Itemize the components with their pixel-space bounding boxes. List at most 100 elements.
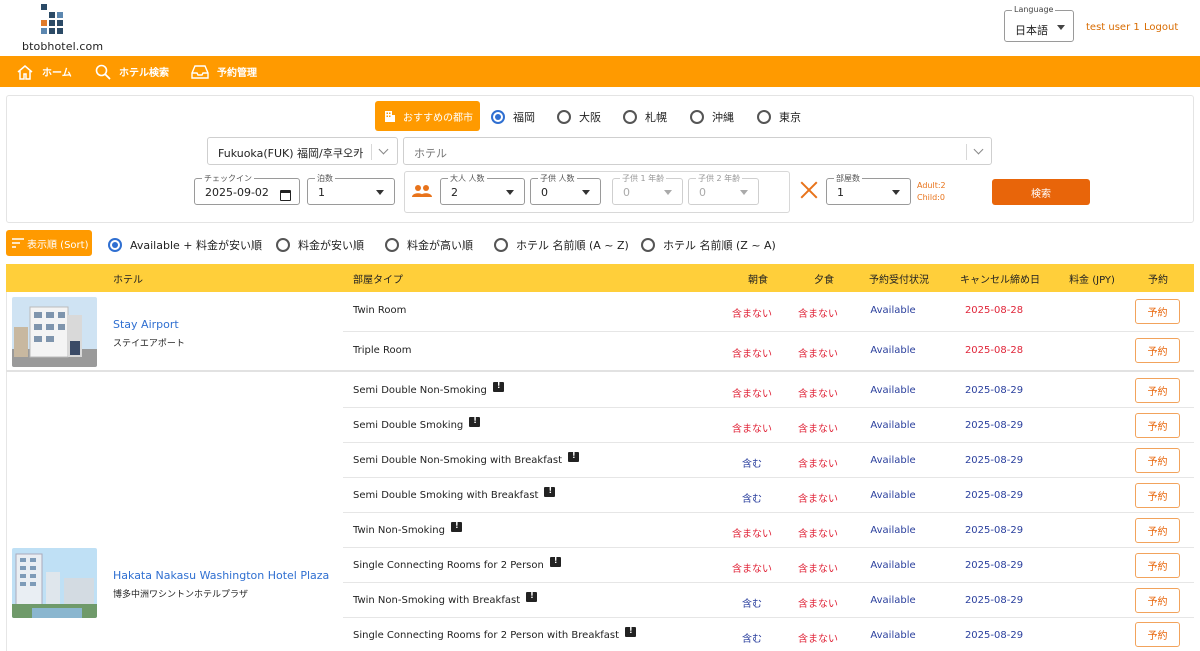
cancel-deadline-value: 2025-08-28: [964, 305, 1024, 316]
city-radio-tokyo[interactable]: 東京: [757, 109, 801, 125]
header-dinner: 夕食: [814, 274, 834, 286]
book-button[interactable]: 予約: [1135, 338, 1180, 363]
checkin-date-field[interactable]: チェックイン 2025-09-02: [194, 173, 300, 205]
language-select[interactable]: Language 日本語: [1004, 5, 1074, 42]
rooms-select[interactable]: 部屋数 1: [826, 173, 911, 205]
sort-option-most-expensive[interactable]: 料金が高い順: [385, 237, 473, 253]
separator: [371, 144, 372, 160]
caret-down-icon: [740, 190, 748, 195]
nav-item-home[interactable]: ホーム: [16, 56, 72, 87]
city-label: 東京: [779, 111, 801, 124]
header-status: 予約受付状況: [869, 274, 929, 286]
info-badge-icon[interactable]: [568, 451, 579, 462]
city-radio-fukuoka[interactable]: 福岡: [491, 109, 535, 125]
sort-option-available-cheapest[interactable]: Available + 料金が安い順: [108, 237, 262, 253]
cancel-deadline-value: 2025-08-29: [964, 455, 1024, 466]
hotel-name-link[interactable]: Stay Airport: [113, 318, 179, 331]
info-badge-icon[interactable]: [469, 416, 481, 427]
breakfast-value: 含む: [742, 634, 762, 645]
book-button[interactable]: 予約: [1135, 622, 1180, 647]
book-button[interactable]: 予約: [1135, 518, 1180, 543]
nav-item-hotel-search[interactable]: ホテル検索: [95, 56, 169, 87]
sort-option-cheapest[interactable]: 料金が安い順: [276, 237, 364, 253]
city-radio-osaka[interactable]: 大阪: [557, 109, 601, 125]
book-button[interactable]: 予約: [1135, 553, 1180, 578]
hotel-name-link[interactable]: Hakata Nakasu Washington Hotel Plaza: [113, 569, 329, 582]
site-logo[interactable]: btobhotel.com: [22, 2, 106, 54]
radio-icon: [757, 110, 771, 124]
checkin-value: 2025-09-02: [205, 186, 269, 199]
room-type: Single Connecting Rooms for 2 Person: [353, 556, 561, 571]
recommended-cities-label: おすすめの都市: [403, 112, 473, 124]
sort-option-name-desc[interactable]: ホテル 名前順 (Z ~ A): [641, 237, 776, 253]
sort-option-name-asc[interactable]: ホテル 名前順 (A ~ Z): [494, 237, 629, 253]
user-name-link[interactable]: test user 1: [1086, 22, 1140, 33]
nav-item-home-label: ホーム: [42, 68, 72, 79]
book-button[interactable]: 予約: [1135, 483, 1180, 508]
hotel-name-jp: 博多中洲ワシントンホテルプラザ: [113, 590, 249, 600]
radio-icon: [494, 238, 508, 252]
room-type-label: Single Connecting Rooms for 2 Person: [353, 560, 544, 571]
radio-icon: [690, 110, 704, 124]
info-badge-icon[interactable]: [450, 521, 462, 532]
child1-age-label: 子供 1 年齢: [620, 173, 667, 184]
city-label: 福岡: [513, 111, 535, 124]
child2-age-value: 0: [699, 186, 706, 199]
hotel-photo[interactable]: [12, 297, 97, 367]
breakfast-value: 含む: [742, 599, 762, 610]
room-type-label: Semi Double Smoking: [353, 420, 464, 431]
breakfast-value: 含まない: [732, 389, 772, 400]
book-button[interactable]: 予約: [1135, 299, 1180, 324]
inbox-icon: [191, 64, 209, 79]
info-badge-icon[interactable]: [526, 591, 538, 602]
nav-item-reservations[interactable]: 予約管理: [191, 56, 257, 87]
radio-icon: [276, 238, 290, 252]
info-badge-icon[interactable]: [544, 486, 556, 497]
calendar-icon[interactable]: [280, 190, 291, 201]
sort-button[interactable]: 表示順 (Sort): [6, 230, 92, 256]
people-icon: [412, 185, 432, 197]
nav-item-reservations-label: 予約管理: [217, 68, 257, 79]
nights-label: 泊数: [315, 173, 335, 184]
info-badge-icon[interactable]: [492, 381, 504, 392]
cancel-deadline-value: 2025-08-29: [964, 385, 1024, 396]
children-select[interactable]: 子供 人数 0: [530, 173, 601, 205]
logo-mark-icon: [41, 4, 63, 36]
status-value: Available: [870, 560, 916, 571]
header-room-type: 部屋タイプ: [353, 274, 403, 286]
recommended-cities-button[interactable]: おすすめの都市: [375, 101, 480, 131]
nights-value: 1: [318, 186, 325, 199]
nights-select[interactable]: 泊数 1: [307, 173, 395, 205]
status-value: Available: [870, 385, 916, 396]
adults-select[interactable]: 大人 人数 2: [440, 173, 525, 205]
sort-icon: [12, 238, 24, 248]
chevron-down-icon: [973, 144, 984, 155]
checkin-label: チェックイン: [202, 173, 254, 184]
area-select[interactable]: Fukuoka(FUK) 福岡/후쿠오카: [207, 137, 398, 165]
status-value: Available: [870, 490, 916, 501]
room-type-label: Twin Non-Smoking with Breakfast: [353, 595, 521, 606]
logout-link[interactable]: Logout: [1144, 22, 1178, 33]
close-icon[interactable]: [799, 179, 819, 201]
search-button[interactable]: 検索: [992, 179, 1090, 205]
search-icon: [95, 64, 111, 80]
hotel-select[interactable]: ホテル: [403, 137, 992, 165]
room-type-label: Semi Double Non-Smoking with Breakfast: [353, 455, 562, 466]
breakfast-value: 含まない: [732, 424, 772, 435]
info-badge-icon[interactable]: [549, 556, 561, 567]
book-button[interactable]: 予約: [1135, 448, 1180, 473]
book-button[interactable]: 予約: [1135, 588, 1180, 613]
city-radio-okinawa[interactable]: 沖縄: [690, 109, 734, 125]
hotel-photo[interactable]: [12, 548, 97, 618]
rooms-value: 1: [837, 186, 844, 199]
info-badge-icon[interactable]: [625, 626, 637, 637]
city-label: 大阪: [579, 111, 601, 124]
breakfast-value: 含まない: [732, 529, 772, 540]
room-type: Semi Double Non-Smoking with Breakfast: [353, 451, 579, 466]
child1-age-value: 0: [623, 186, 630, 199]
city-radio-sapporo[interactable]: 札幌: [623, 109, 667, 125]
room-type: Semi Double Smoking: [353, 416, 481, 431]
book-button[interactable]: 予約: [1135, 378, 1180, 403]
header-price: 料金 (JPY): [1069, 274, 1115, 286]
book-button[interactable]: 予約: [1135, 413, 1180, 438]
